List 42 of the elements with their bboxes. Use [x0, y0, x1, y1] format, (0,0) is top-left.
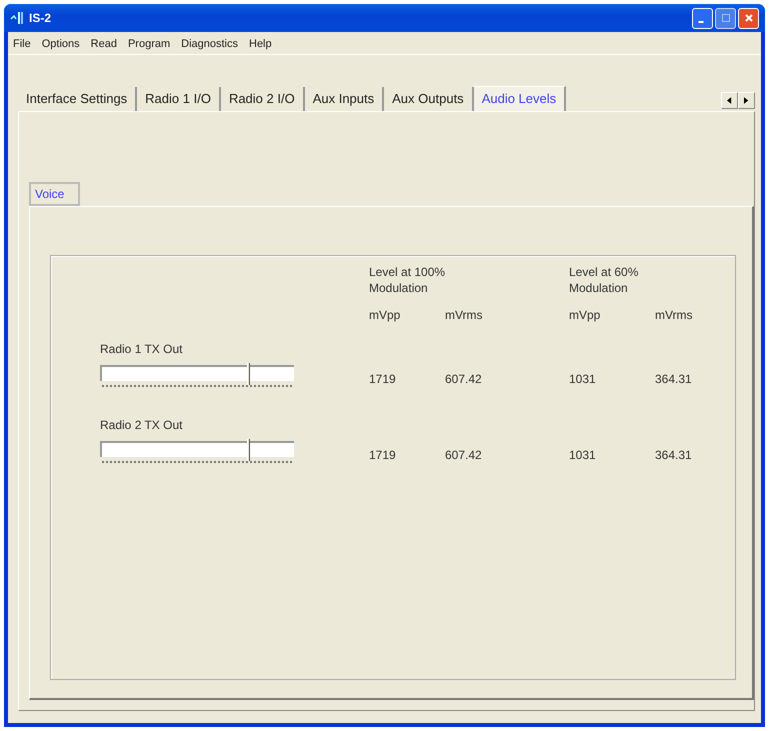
column-header: mVrms — [655, 308, 694, 324]
table-cell-text: 1031 — [569, 447, 597, 464]
table-cell-text: 1719 — [369, 447, 397, 464]
window-title: IS-2 — [29, 11, 52, 25]
maximize-icon — [720, 13, 730, 23]
tab[interactable]: Radio 1 I/O — [137, 87, 221, 111]
table-cell-text: 364.31 — [655, 447, 693, 464]
level-slider[interactable] — [100, 363, 294, 387]
channel-label: Radio 1 TX Out — [100, 342, 184, 356]
tab[interactable]: Interface Settings — [18, 87, 138, 111]
minimize-button[interactable] — [692, 8, 713, 28]
column-header: mVpp — [569, 308, 602, 324]
channel-label: Radio 2 TX Out — [100, 418, 184, 432]
tab[interactable]: Audio Levels — [474, 86, 566, 111]
close-icon — [744, 13, 754, 23]
column-group-header: Level at 100% Modulation — [369, 264, 446, 297]
right-arrow-icon — [744, 97, 749, 104]
column-header: mVpp — [369, 308, 402, 324]
left-arrow-icon — [727, 97, 732, 104]
scroll-left-button[interactable] — [721, 92, 738, 109]
table-cell-text: 607.42 — [445, 371, 483, 388]
scroll-right-button[interactable] — [738, 92, 755, 109]
tab[interactable]: Voice — [29, 182, 80, 206]
app-icon — [10, 10, 26, 26]
tab[interactable]: Radio 2 I/O — [220, 87, 305, 111]
table-cell-text: 1719 — [369, 371, 397, 388]
menu-item[interactable]: Program — [126, 38, 172, 50]
close-button[interactable] — [738, 8, 759, 28]
menu-item[interactable]: Diagnostics — [180, 38, 239, 50]
menu-item[interactable]: File — [12, 38, 32, 50]
maximize-button[interactable] — [715, 8, 736, 28]
level-slider[interactable] — [100, 439, 294, 463]
table-cell-text: 364.31 — [655, 371, 693, 388]
table-cell-text: 1031 — [569, 371, 597, 388]
menu-item[interactable]: Read — [90, 38, 118, 50]
menu-item[interactable]: Help — [248, 38, 273, 50]
column-group-header: Level at 60% Modulation — [569, 264, 640, 297]
minimize-icon — [698, 21, 704, 23]
tab[interactable]: Aux Inputs — [304, 87, 384, 111]
column-header: mVrms — [445, 308, 484, 324]
menu-item[interactable]: Options — [40, 38, 81, 50]
table-cell-text: 607.42 — [445, 447, 483, 464]
